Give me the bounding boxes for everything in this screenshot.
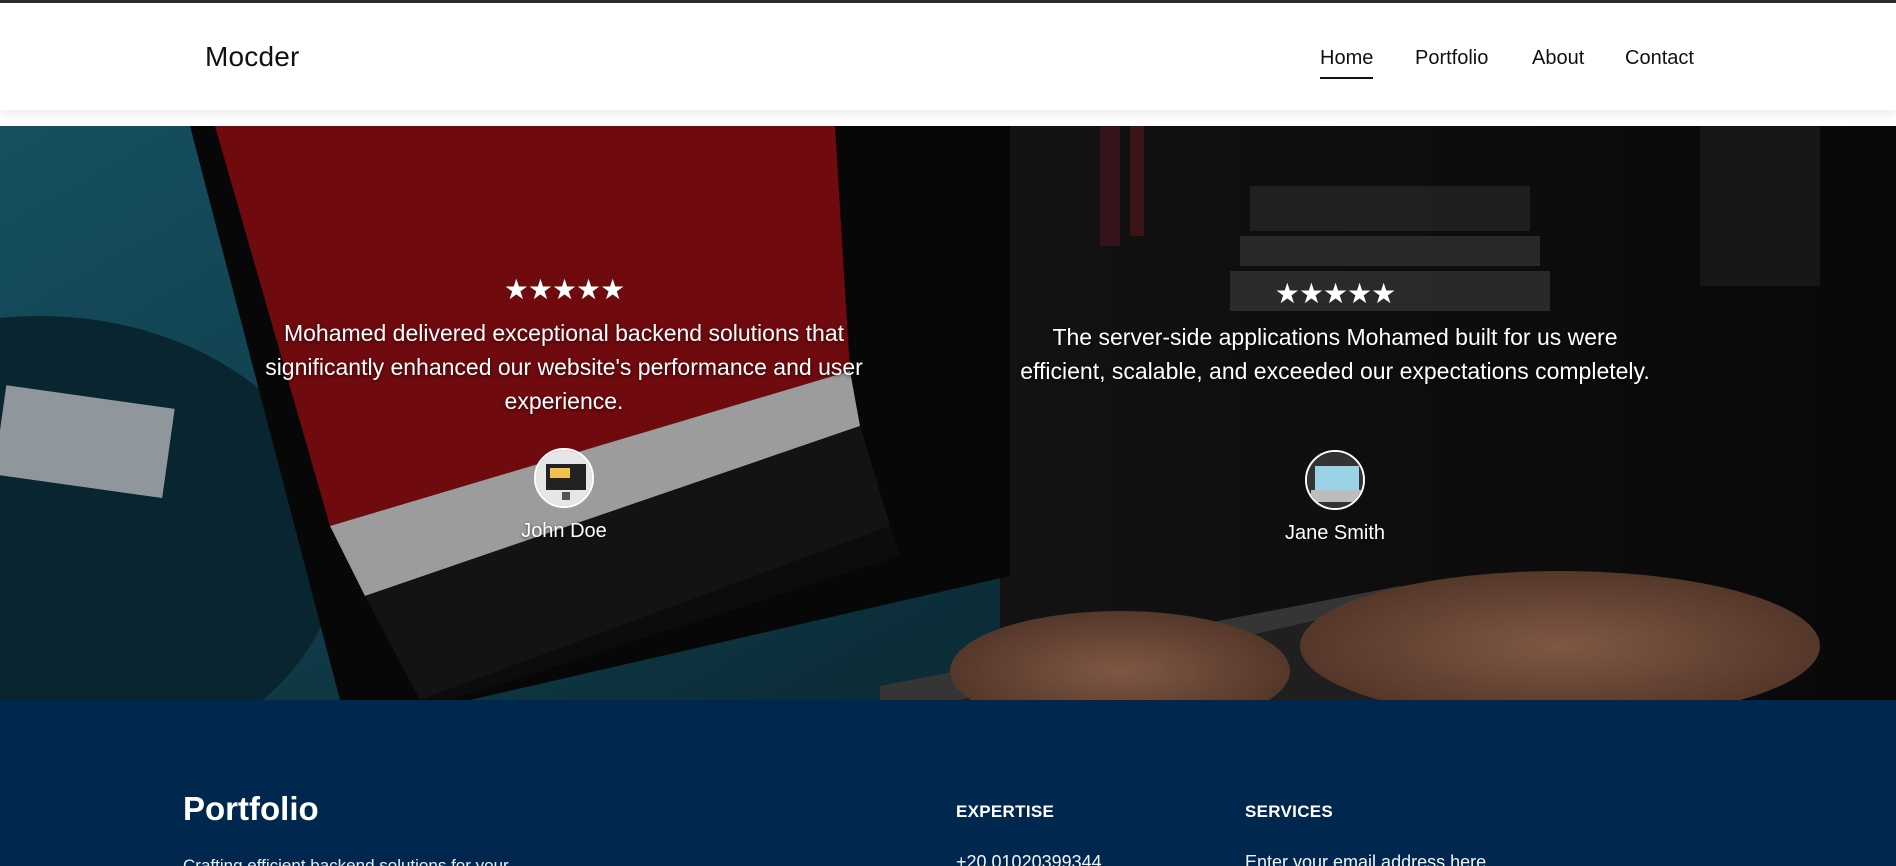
avatar [534,448,594,508]
footer-tagline: Crafting efficient backend solutions for… [183,856,509,866]
nav-link-contact[interactable]: Contact [1625,47,1694,70]
footer-phone[interactable]: +20 01020399344 [956,852,1102,866]
nav-link-portfolio[interactable]: Portfolio [1415,47,1488,70]
footer-heading-services: SERVICES [1245,802,1334,821]
testimonial-quote: The server-side applications Mohamed bui… [1020,324,1650,384]
testimonials-section: ★★★★★ Mohamed delivered exceptional back… [0,126,1896,700]
avatar [1305,450,1365,510]
site-logo[interactable]: Mocder [205,41,300,73]
navbar: Mocder Home Portfolio About Contact [0,3,1896,110]
testimonial-author: Jane Smith [1284,522,1386,544]
testimonial-card: ★★★★★ Mohamed delivered exceptional back… [262,276,866,543]
testimonial-quote: Mohamed delivered exceptional backend so… [265,320,863,414]
footer-title: Portfolio [183,790,319,827]
rating-stars-icon: ★★★★★ [1274,278,1397,309]
nav-link-about[interactable]: About [1532,47,1584,70]
rating-stars-icon: ★★★★★ [503,274,626,305]
newsletter-email-input[interactable]: Enter your email address here [1245,852,1486,866]
footer-heading-expertise: EXPERTISE [956,802,1055,821]
nav-link-home[interactable]: Home [1320,47,1374,79]
footer: Portfolio Crafting efficient backend sol… [0,700,1896,866]
testimonial-card: ★★★★★ The server-side applications Moham… [1010,280,1660,545]
testimonial-author: John Doe [521,520,607,542]
